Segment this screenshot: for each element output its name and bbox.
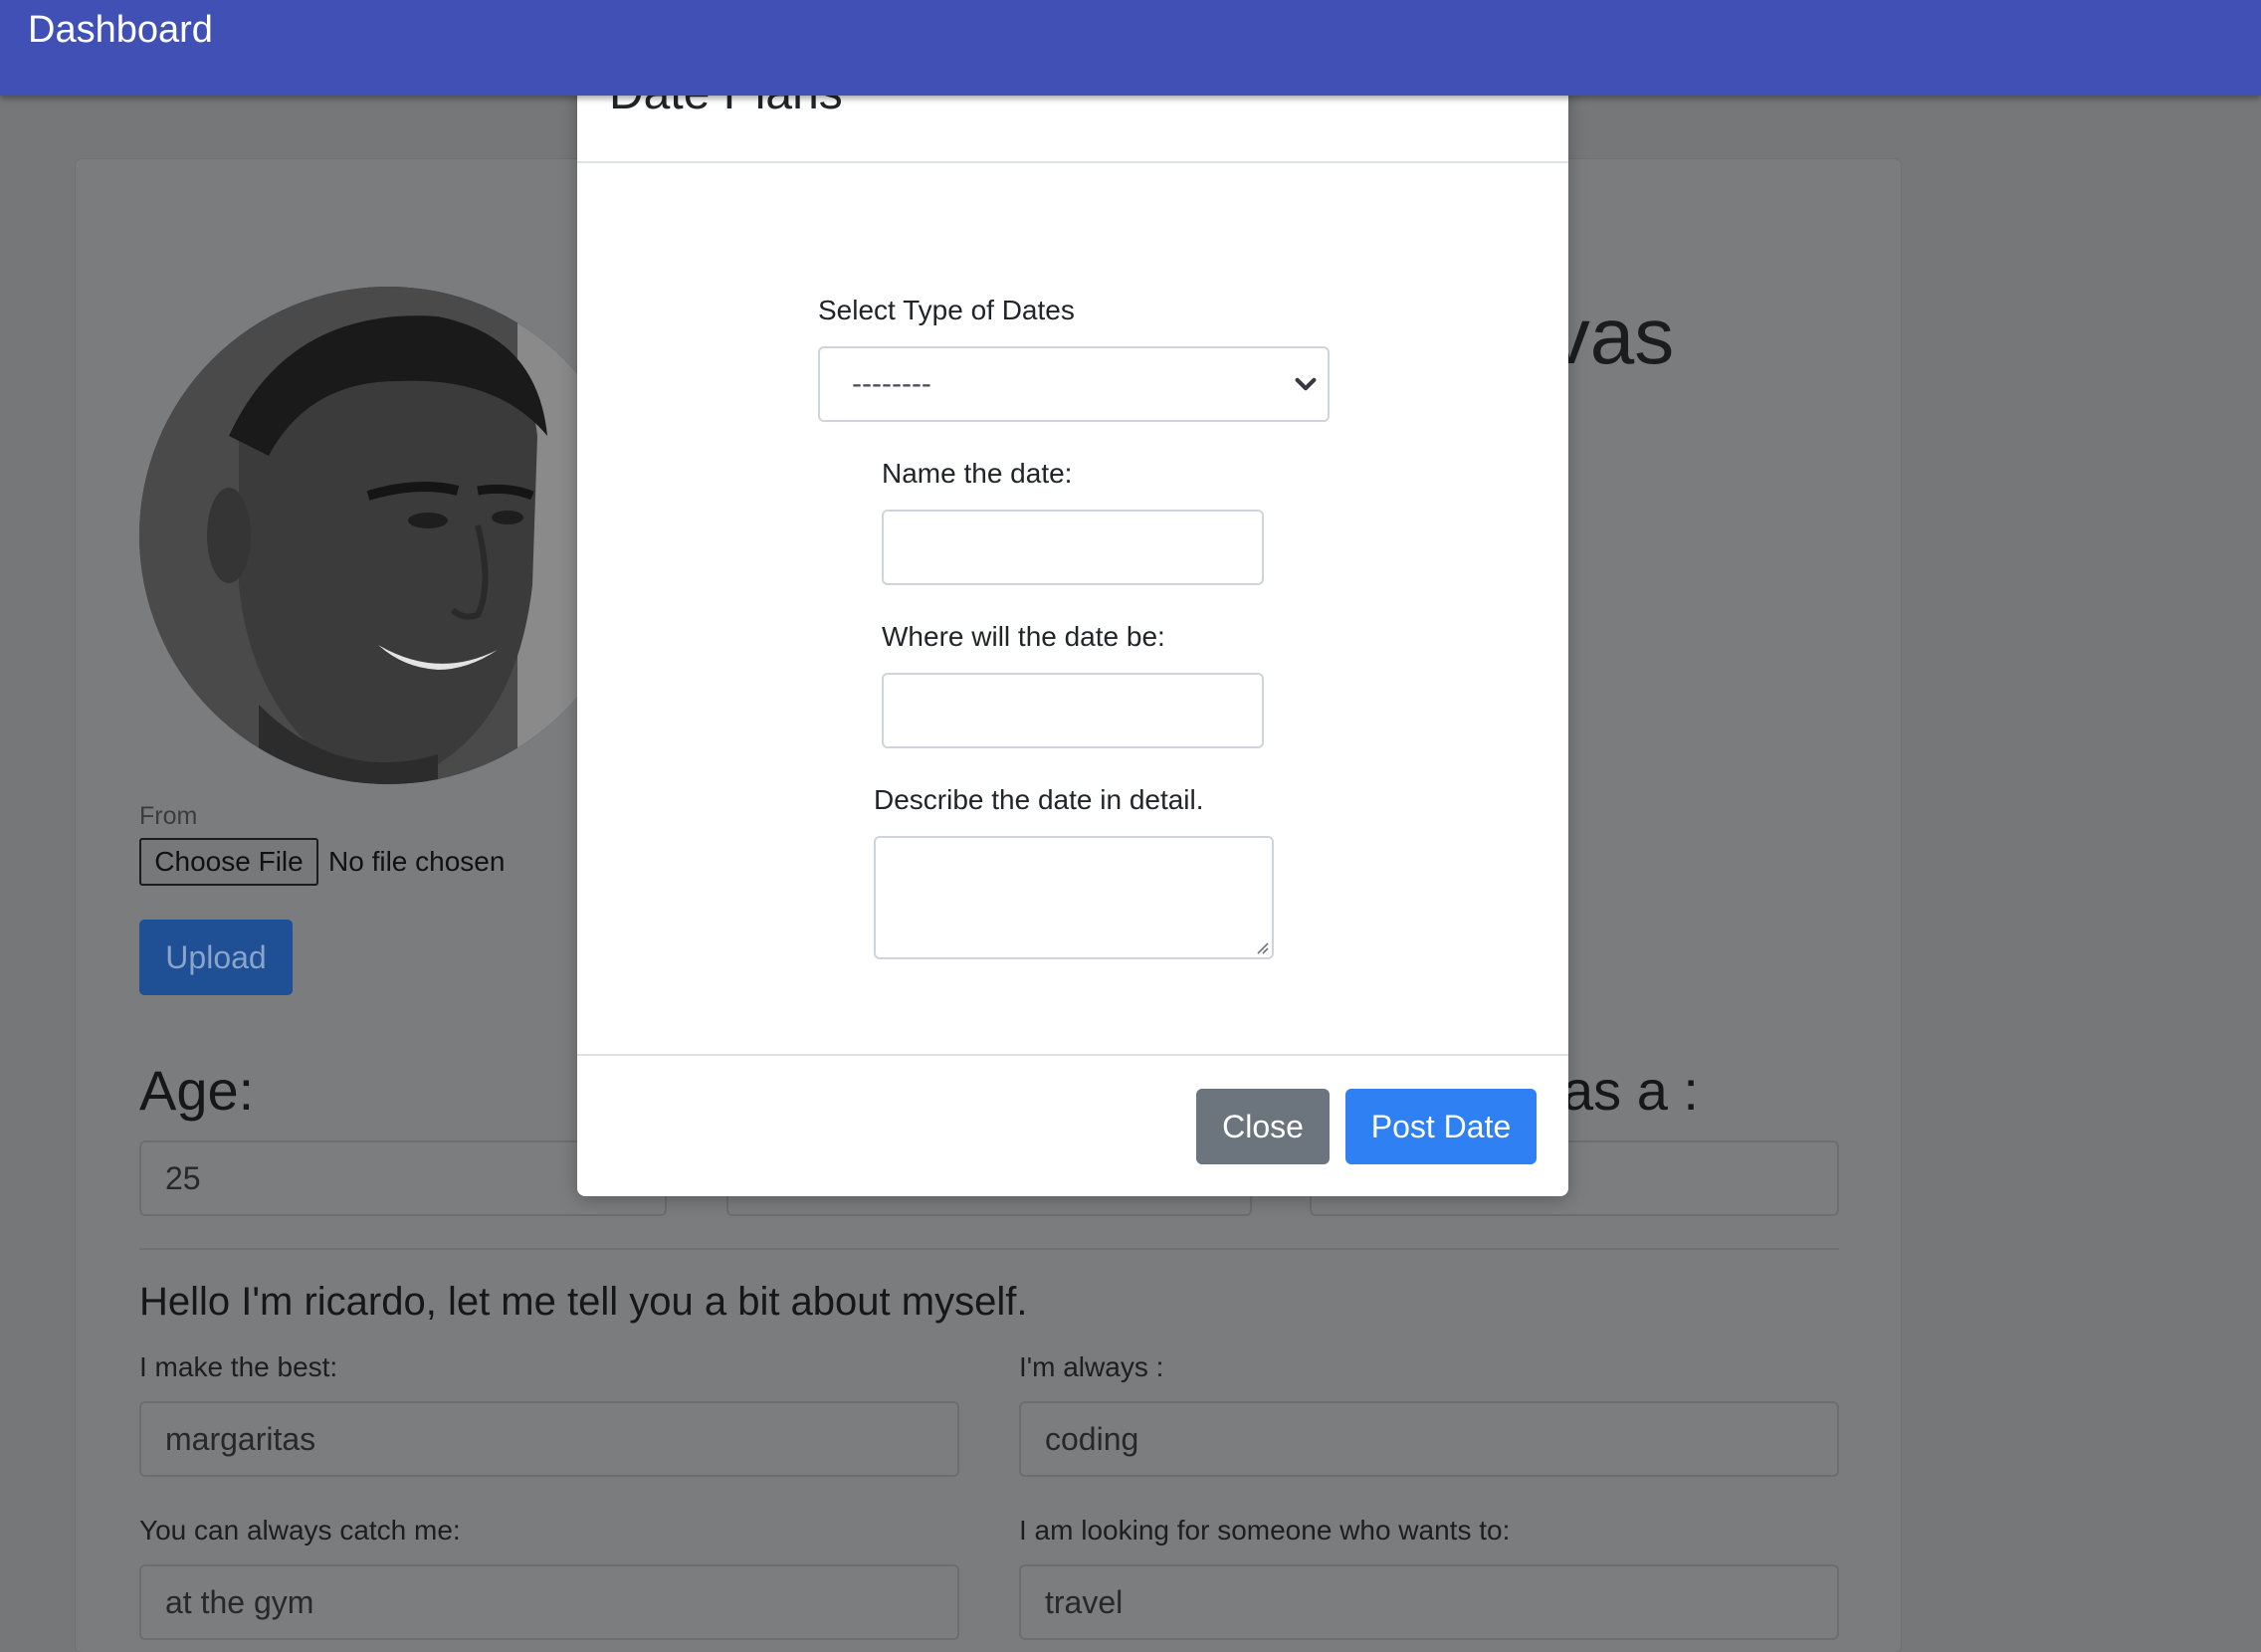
always-field[interactable]: coding bbox=[1019, 1401, 1839, 1477]
upload-button[interactable]: Upload bbox=[139, 920, 293, 995]
modal-footer-divider bbox=[577, 1054, 1568, 1056]
file-status-text: No file chosen bbox=[328, 846, 506, 877]
date-location-label: Where will the date be: bbox=[882, 621, 1165, 652]
upload-from-label: From bbox=[139, 802, 198, 830]
make-best-label: I make the best: bbox=[139, 1351, 338, 1382]
close-button[interactable]: Close bbox=[1196, 1089, 1330, 1164]
date-name-input[interactable] bbox=[882, 510, 1264, 585]
choose-file-button[interactable]: Choose File bbox=[139, 838, 318, 886]
date-type-select[interactable]: -------- bbox=[818, 346, 1330, 422]
date-type-label: Select Type of Dates bbox=[818, 295, 1075, 325]
make-best-field[interactable]: margaritas bbox=[139, 1401, 959, 1477]
date-description-label: Describe the date in detail. bbox=[874, 784, 1204, 815]
date-description-textarea[interactable] bbox=[874, 836, 1274, 959]
looking-for-label: I am looking for someone who wants to: bbox=[1019, 1515, 1511, 1546]
third-column-heading: as a : bbox=[1562, 1059, 1699, 1122]
top-navbar: Dashboard bbox=[0, 0, 2261, 96]
resize-grip-icon[interactable] bbox=[1252, 937, 1270, 955]
always-label: I'm always : bbox=[1019, 1351, 1164, 1382]
post-date-button[interactable]: Post Date bbox=[1345, 1089, 1537, 1164]
avatar-photo-icon bbox=[139, 287, 637, 784]
section-divider bbox=[139, 1248, 1839, 1250]
intro-text: Hello I'm ricardo, let me tell you a bit… bbox=[139, 1280, 1028, 1324]
age-heading: Age: bbox=[139, 1059, 255, 1122]
date-type-selected-value: -------- bbox=[852, 367, 931, 400]
date-plans-modal: Date Plans × Select Type of Dates ------… bbox=[577, 60, 1568, 1196]
navbar-brand[interactable]: Dashboard bbox=[28, 8, 213, 52]
looking-for-field[interactable]: travel bbox=[1019, 1564, 1839, 1640]
date-location-input[interactable] bbox=[882, 673, 1264, 748]
catch-me-label: You can always catch me: bbox=[139, 1515, 461, 1546]
profile-avatar bbox=[139, 287, 637, 784]
date-name-label: Name the date: bbox=[882, 458, 1073, 489]
chevron-down-icon bbox=[1295, 377, 1317, 391]
catch-me-field[interactable]: at the gym bbox=[139, 1564, 959, 1640]
